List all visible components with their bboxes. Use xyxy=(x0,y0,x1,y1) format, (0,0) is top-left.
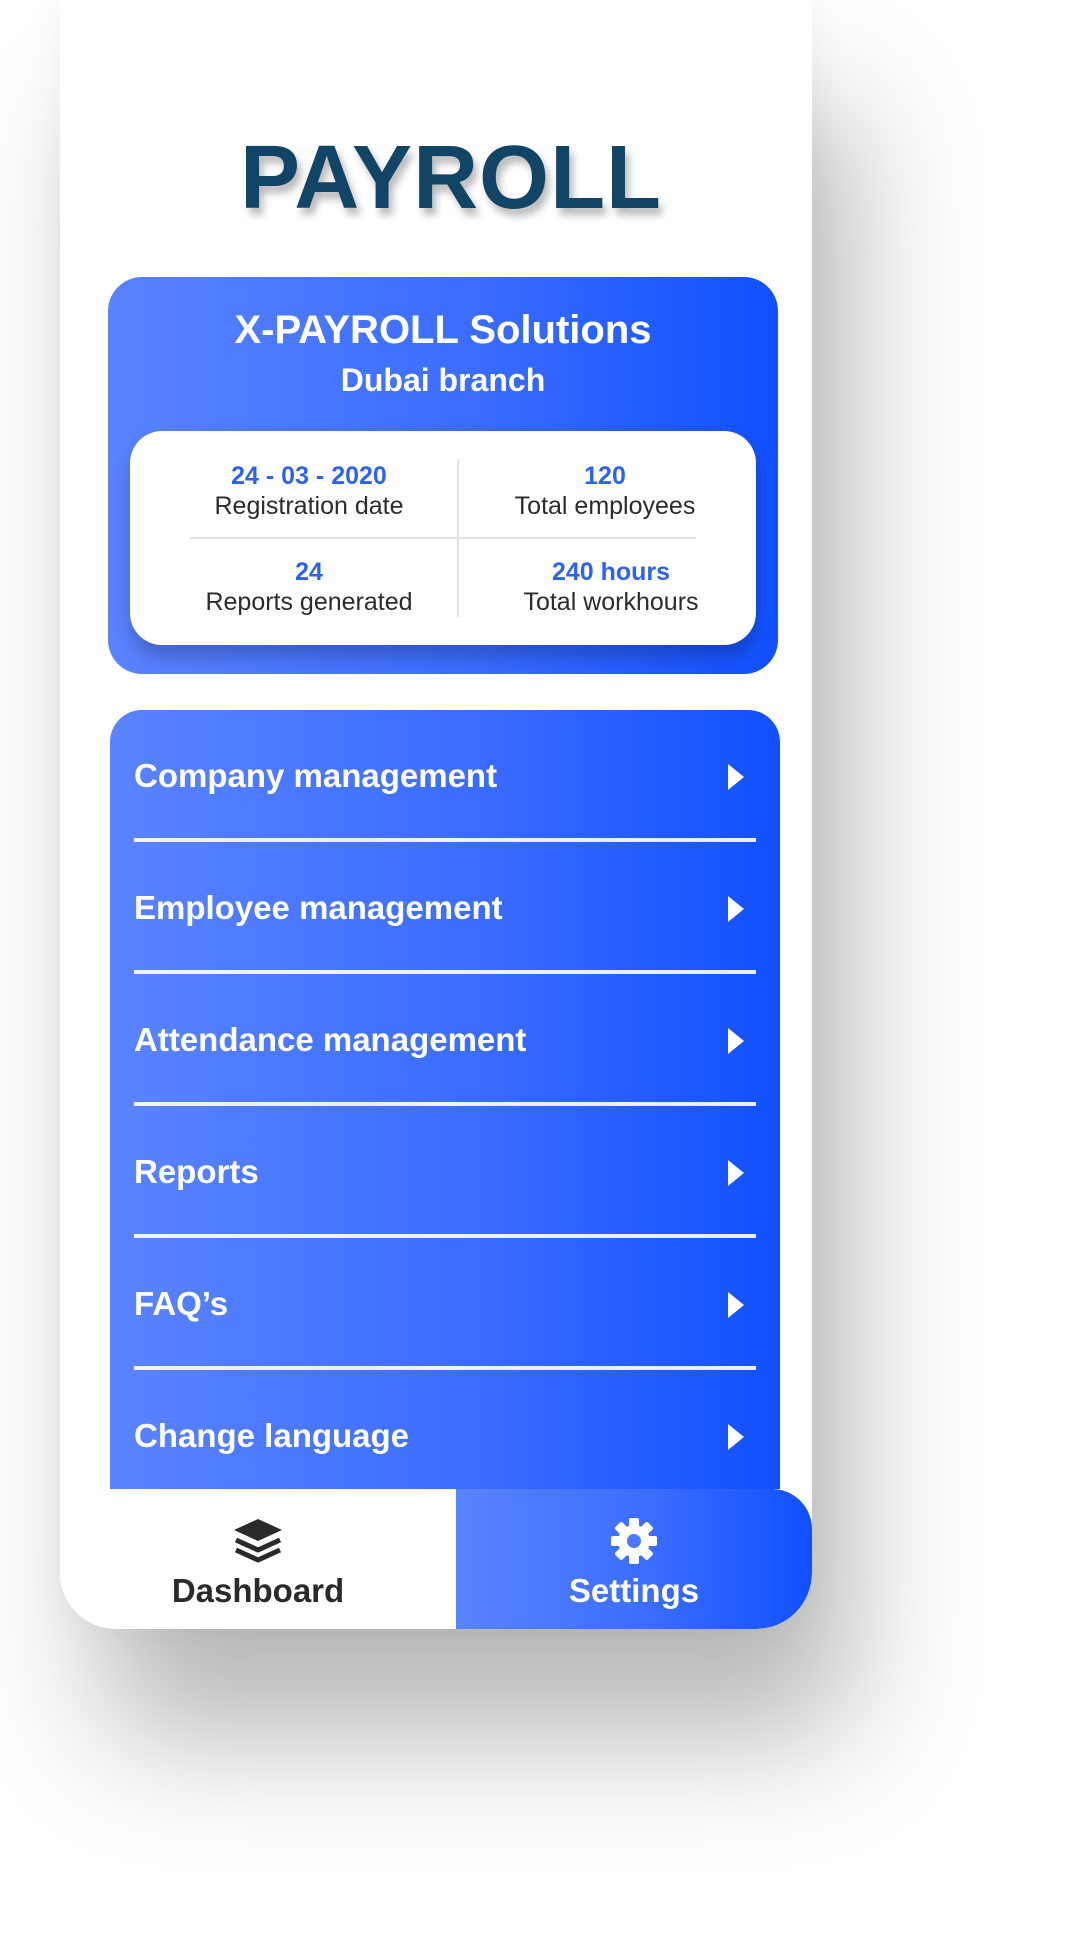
menu-item-faqs[interactable]: FAQ’s xyxy=(110,1238,780,1370)
chevron-right-icon xyxy=(728,1160,744,1186)
stat-label: Total employees xyxy=(514,492,696,520)
menu-item-label: Employee management xyxy=(134,889,503,926)
menu-item-change-language[interactable]: Change language xyxy=(110,1370,780,1502)
stat-label: Reports generated xyxy=(205,588,413,616)
chevron-right-icon xyxy=(728,896,744,922)
company-branch: Dubai branch xyxy=(340,362,546,398)
stat-value: 24 - 03 - 2020 xyxy=(231,462,387,490)
chevron-right-icon xyxy=(728,1292,744,1318)
chevron-right-icon xyxy=(728,1424,744,1450)
menu-item-company-management[interactable]: Company management xyxy=(110,710,780,842)
tab-label: Settings xyxy=(568,1572,700,1609)
app-screen: PAYROLL X-PAYROLL Solutions Dubai branch… xyxy=(60,0,812,1629)
settings-menu: Company management Employee management A… xyxy=(110,710,780,1505)
menu-item-employee-management[interactable]: Employee management xyxy=(110,842,780,974)
stat-total-workhours: 240 hours Total workhours xyxy=(466,557,756,617)
stat-value: 240 hours xyxy=(551,558,671,586)
stat-registration-date: 24 - 03 - 2020 Registration date xyxy=(164,461,454,521)
menu-item-label: Company management xyxy=(134,757,498,794)
stat-reports-generated: 24 Reports generated xyxy=(164,557,454,617)
stat-label: Registration date xyxy=(214,492,404,520)
company-stats-panel: 24 - 03 - 2020 Registration date 120 Tot… xyxy=(130,431,756,645)
company-name: X-PAYROLL Solutions xyxy=(234,308,652,352)
stats-divider-horizontal xyxy=(190,537,696,539)
stat-total-employees: 120 Total employees xyxy=(460,461,750,521)
bottom-navigation: Dashboard Settings xyxy=(60,1489,812,1629)
company-card: X-PAYROLL Solutions Dubai branch 24 - 03… xyxy=(108,277,778,674)
stat-value: 120 xyxy=(584,462,626,490)
menu-item-label: Change language xyxy=(134,1417,410,1454)
menu-item-label: Reports xyxy=(134,1153,259,1190)
stat-value: 24 xyxy=(295,558,323,586)
menu-item-reports[interactable]: Reports xyxy=(110,1106,780,1238)
tab-settings[interactable]: Settings xyxy=(456,1489,812,1629)
stat-label: Total workhours xyxy=(523,588,699,616)
layers-icon xyxy=(234,1519,282,1563)
menu-item-label: FAQ’s xyxy=(134,1285,229,1322)
chevron-right-icon xyxy=(728,764,744,790)
tab-dashboard[interactable]: Dashboard xyxy=(60,1489,456,1629)
menu-item-attendance-management[interactable]: Attendance management xyxy=(110,974,780,1106)
menu-item-label: Attendance management xyxy=(134,1021,527,1058)
chevron-right-icon xyxy=(728,1028,744,1054)
tab-label: Dashboard xyxy=(171,1572,345,1609)
page-title: PAYROLL xyxy=(239,128,663,228)
gear-icon xyxy=(611,1518,657,1564)
